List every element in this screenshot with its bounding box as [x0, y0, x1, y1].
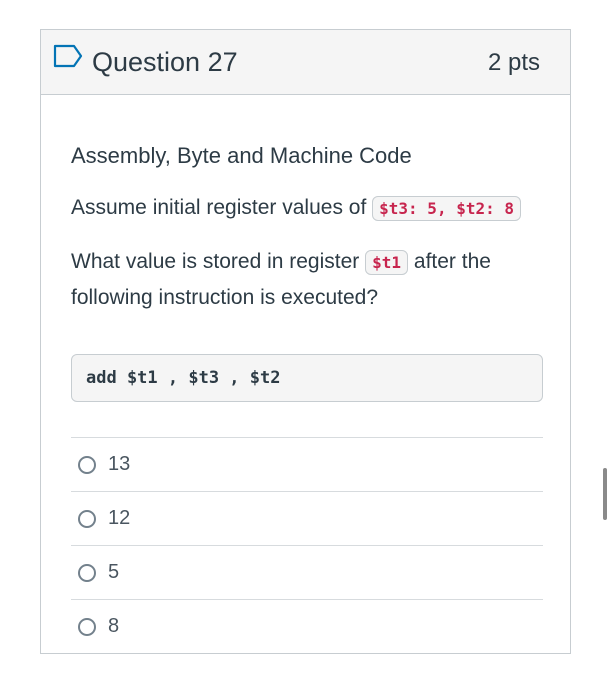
answer-option[interactable]: 13 — [71, 437, 543, 491]
question-line-1: Assume initial register values of $t3: 5… — [71, 194, 521, 223]
answer-option[interactable]: 5 — [71, 545, 543, 599]
answer-label: 5 — [108, 561, 120, 583]
line2-before: What value is stored in register — [71, 250, 360, 273]
question-card: Question 27 2 pts Assembly, Byte and Mac… — [40, 29, 571, 654]
question-title: Question 27 — [92, 47, 238, 77]
instruction-code-block: add $t1 , $t3 , $t2 — [71, 354, 543, 402]
question-points: 2 pts — [487, 49, 540, 76]
answer-option[interactable]: 8 — [71, 599, 543, 653]
answer-list: 13 12 5 8 — [71, 437, 543, 653]
answer-label: 8 — [108, 615, 120, 637]
flag-icon[interactable] — [53, 44, 83, 68]
radio-button[interactable] — [78, 564, 96, 582]
answer-label: 13 — [108, 453, 131, 475]
radio-button[interactable] — [78, 456, 96, 474]
question-line-2: What value is stored in register $t1 aft… — [71, 244, 543, 315]
radio-button[interactable] — [78, 510, 96, 528]
answer-option[interactable]: 12 — [71, 491, 543, 545]
question-header: Question 27 2 pts — [41, 30, 570, 95]
register-t1-code: $t1 — [365, 250, 409, 275]
line1-text: Assume initial register values of — [71, 196, 367, 219]
question-heading: Assembly, Byte and Machine Code — [71, 143, 412, 168]
scrollbar-thumb[interactable] — [603, 468, 607, 520]
register-values-code: $t3: 5, $t2: 8 — [372, 196, 521, 221]
radio-button[interactable] — [78, 618, 96, 636]
answer-label: 12 — [108, 507, 131, 529]
